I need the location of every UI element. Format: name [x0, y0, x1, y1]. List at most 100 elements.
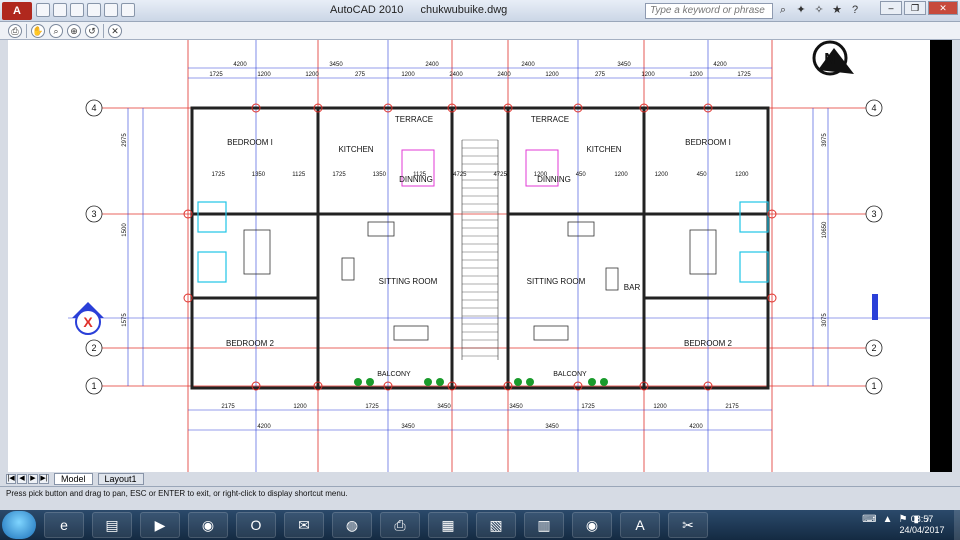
undo-icon[interactable]	[87, 3, 101, 17]
tab-model[interactable]: Model	[54, 473, 93, 485]
redo-icon[interactable]	[104, 3, 118, 17]
start-button[interactable]	[2, 511, 36, 539]
internet-explorer-icon[interactable]: e	[44, 512, 84, 538]
subscription-icon[interactable]: ✦	[794, 3, 808, 17]
close-icon[interactable]: ✕	[108, 23, 122, 38]
clock[interactable]: 08:57 24/04/2017	[892, 514, 952, 536]
favorites-star-icon[interactable]: ★	[830, 3, 844, 17]
show-desktop-button[interactable]	[954, 510, 960, 540]
floor-plan-drawing: 4 3 2 1 4 3 2 1 X N BEDROOM I BEDROOM 2 …	[8, 40, 930, 472]
dimension-text: 2175	[221, 404, 235, 410]
drawing-canvas[interactable]: 4 3 2 1 4 3 2 1 X N BEDROOM I BEDROOM 2 …	[8, 40, 930, 472]
dimension-text: 2400	[449, 72, 463, 78]
media-player-icon[interactable]: ▶	[140, 512, 180, 538]
room-label: BEDROOM I	[227, 138, 273, 147]
save-icon[interactable]	[70, 3, 84, 17]
zoom-window-icon[interactable]: ⊕	[67, 23, 81, 38]
dimension-text: 3450	[401, 424, 415, 430]
room-label: TERRACE	[395, 115, 433, 124]
last-tab-arrow-icon[interactable]: ▶|	[39, 474, 49, 484]
command-line: Press pick button and drag to pan, ESC o…	[0, 486, 960, 510]
file-explorer-icon[interactable]: ▤	[92, 512, 132, 538]
dimension-text: 1125	[292, 172, 306, 178]
room-label: SITTING ROOM	[379, 277, 438, 286]
dimension-text: 3075	[822, 313, 828, 327]
dimension-text: 4200	[233, 62, 247, 68]
help-icon[interactable]: ?	[848, 3, 862, 17]
plot-icon[interactable]	[121, 3, 135, 17]
dimension-text: 1500	[122, 223, 128, 237]
room-labels: BEDROOM I BEDROOM 2 KITCHEN TERRACE DINN…	[226, 115, 733, 378]
grid-label: 1	[871, 381, 876, 391]
autocad-menu-button[interactable]: A	[2, 2, 32, 20]
dimension-text: 3450	[509, 404, 523, 410]
dimension-text: 2400	[497, 72, 511, 78]
dimension-text: 3450	[617, 62, 631, 68]
pan-icon[interactable]: ✋	[31, 23, 45, 38]
dimension-text: 1200	[534, 172, 548, 178]
sheets-icon[interactable]: ▧	[476, 512, 516, 538]
calculator-icon[interactable]: ▥	[524, 512, 564, 538]
opera-icon[interactable]: O	[236, 512, 276, 538]
print-icon[interactable]: ⎙	[8, 23, 22, 38]
dimension-text: 1200	[614, 172, 628, 178]
outlook-icon[interactable]: ✉	[284, 512, 324, 538]
dimension-text: 1125	[413, 172, 427, 178]
dimension-text: 1200	[293, 404, 307, 410]
scanner-icon[interactable]: ⎙	[380, 512, 420, 538]
dimension-text: 1725	[332, 172, 346, 178]
chrome-icon[interactable]: ◉	[572, 512, 612, 538]
vertical-scrollbar[interactable]	[930, 40, 952, 472]
zoom-pan-toolbar: ⎙ ✋ ⌕ ⊕ ↺ ✕	[0, 22, 960, 40]
section-marker-right	[872, 294, 878, 320]
dimension-text: 3450	[545, 424, 559, 430]
infocenter-tools: ⌕ ✦ ✧ ★ ?	[776, 3, 862, 17]
dimension-text: 1350	[252, 172, 266, 178]
window-controls: – ❐ ✕	[880, 1, 958, 15]
app-name: AutoCAD 2010	[330, 4, 404, 16]
first-tab-arrow-icon[interactable]: |◀	[6, 474, 16, 484]
chrome-icon[interactable]: ◉	[188, 512, 228, 538]
dimension-text: 10650	[822, 221, 828, 238]
dimension-text: 1200	[735, 172, 749, 178]
room-label: BAR	[624, 283, 641, 292]
binoculars-icon[interactable]: ⌕	[776, 3, 790, 17]
clock-time: 08:57	[910, 514, 934, 524]
grid-label: 2	[871, 343, 876, 353]
grid-label: 2	[91, 343, 96, 353]
tab-layout1[interactable]: Layout1	[97, 473, 144, 485]
window-title: AutoCAD 2010 chukwubuike.dwg	[330, 4, 521, 16]
dimension-text: 4200	[257, 424, 271, 430]
keyboard-icon[interactable]: ⌨	[862, 514, 876, 525]
grid-label: 3	[871, 209, 876, 219]
minimize-button[interactable]: –	[880, 1, 902, 15]
dimension-text: 450	[697, 172, 708, 178]
dimension-lines	[68, 40, 930, 472]
firefox-icon[interactable]: ◍	[332, 512, 372, 538]
dimension-text: 4200	[713, 62, 727, 68]
restore-button[interactable]: ❐	[904, 1, 926, 15]
new-file-icon[interactable]	[36, 3, 50, 17]
zoom-previous-icon[interactable]: ↺	[85, 23, 99, 38]
close-button[interactable]: ✕	[928, 1, 958, 15]
zoom-realtime-icon[interactable]: ⌕	[49, 23, 63, 38]
north-arrow: N	[812, 40, 854, 76]
autocad-icon[interactable]: A	[620, 512, 660, 538]
prev-tab-arrow-icon[interactable]: ◀	[17, 474, 27, 484]
dimension-text: 1350	[373, 172, 387, 178]
grid-label: 4	[91, 103, 96, 113]
dimension-text: 1725	[581, 404, 595, 410]
section-marker-label: X	[83, 314, 93, 330]
dimension-text: 1200	[257, 72, 271, 78]
next-tab-arrow-icon[interactable]: ▶	[28, 474, 38, 484]
help-search-input[interactable]: Type a keyword or phrase	[645, 3, 773, 19]
dimension-text: 1200	[641, 72, 655, 78]
notepad-icon[interactable]: ▦	[428, 512, 468, 538]
dimension-text: 3450	[437, 404, 451, 410]
open-file-icon[interactable]	[53, 3, 67, 17]
separator	[26, 23, 27, 38]
tools-icon[interactable]: ✂	[668, 512, 708, 538]
communication-icon[interactable]: ✧	[812, 3, 826, 17]
room-label: KITCHEN	[586, 145, 621, 154]
room-label: TERRACE	[531, 115, 569, 124]
